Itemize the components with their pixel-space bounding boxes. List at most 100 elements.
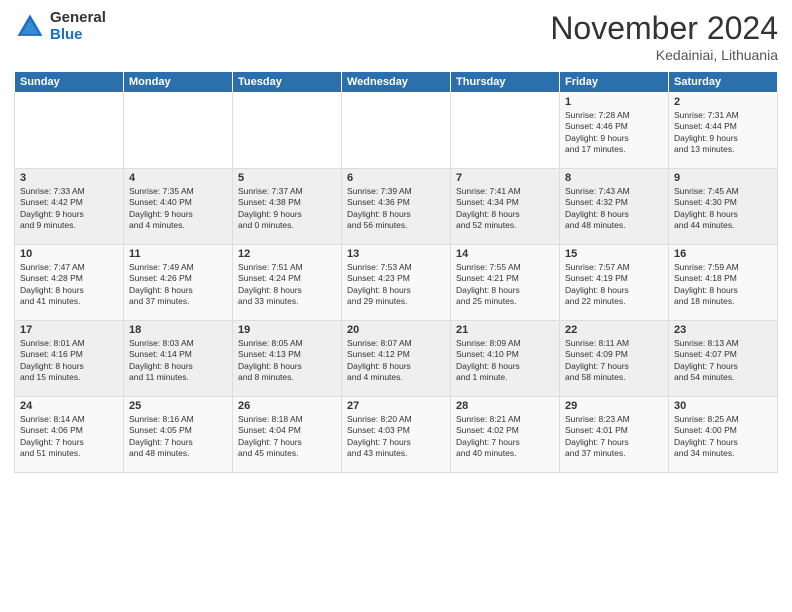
day-number: 9 [674, 172, 772, 184]
calendar-week-row: 24Sunrise: 8:14 AM Sunset: 4:06 PM Dayli… [15, 397, 778, 473]
calendar-cell: 12 Sunrise: 7:51 AM Sunset: 4:24 PM Dayli… [233, 245, 342, 321]
day-info: Sunrise: 8:25 AM Sunset: 4:00 PM Dayligh… [674, 414, 772, 460]
weekday-header-thursday: Thursday [451, 72, 560, 93]
day-info: Sunrise: 8:14 AM Sunset: 4:06 PM Dayligh… [20, 414, 118, 460]
day-info: Sunrise: 7:57 AM Sunset: 4:19 PM Dayligh… [565, 262, 663, 308]
title-block: November 2024 Kedainiai, Lithuania [550, 10, 778, 63]
day-number: 3 [20, 172, 118, 184]
calendar-cell: 7Sunrise: 7:41 AM Sunset: 4:34 PM Daylig… [451, 169, 560, 245]
calendar-cell: 18 Sunrise: 8:03 AM Sunset: 4:14 PM Dayli… [124, 321, 233, 397]
calendar-cell: 13 Sunrise: 7:53 AM Sunset: 4:23 PM Dayli… [342, 245, 451, 321]
day-info: Sunrise: 7:41 AM Sunset: 4:34 PM Dayligh… [456, 186, 554, 232]
calendar-cell: 22Sunrise: 8:11 AM Sunset: 4:09 PM Dayli… [560, 321, 669, 397]
location: Kedainiai, Lithuania [550, 47, 778, 63]
day-number: 5 [238, 172, 336, 184]
day-info: Sunrise: 7:59 AM Sunset: 4:18 PM Dayligh… [674, 262, 772, 308]
day-info: Sunrise: 8:01 AM Sunset: 4:16 PM Dayligh… [20, 338, 118, 384]
day-number: 12 [238, 248, 336, 260]
calendar-cell: 16 Sunrise: 7:59 AM Sunset: 4:18 PM Dayli… [669, 245, 778, 321]
day-number: 25 [129, 400, 227, 412]
weekday-header-tuesday: Tuesday [233, 72, 342, 93]
day-info: Sunrise: 8:09 AM Sunset: 4:10 PM Dayligh… [456, 338, 554, 384]
day-info: Sunrise: 7:53 AM Sunset: 4:23 PM Dayligh… [347, 262, 445, 308]
header: General Blue November 2024 Kedainiai, Li… [14, 10, 778, 63]
day-number: 1 [565, 96, 663, 108]
day-info: Sunrise: 8:03 AM Sunset: 4:14 PM Dayligh… [129, 338, 227, 384]
calendar-cell [451, 93, 560, 169]
calendar-cell: 20 Sunrise: 8:07 AM Sunset: 4:12 PM Dayli… [342, 321, 451, 397]
calendar-cell: 6 Sunrise: 7:39 AM Sunset: 4:36 PM Daylig… [342, 169, 451, 245]
weekday-header-saturday: Saturday [669, 72, 778, 93]
weekday-header-friday: Friday [560, 72, 669, 93]
weekday-header-monday: Monday [124, 72, 233, 93]
calendar-cell: 4 Sunrise: 7:35 AM Sunset: 4:40 PM Daylig… [124, 169, 233, 245]
day-info: Sunrise: 8:05 AM Sunset: 4:13 PM Dayligh… [238, 338, 336, 384]
day-number: 10 [20, 248, 118, 260]
day-number: 30 [674, 400, 772, 412]
weekday-header-wednesday: Wednesday [342, 72, 451, 93]
day-number: 17 [20, 324, 118, 336]
day-number: 23 [674, 324, 772, 336]
day-info: Sunrise: 7:43 AM Sunset: 4:32 PM Dayligh… [565, 186, 663, 232]
day-number: 8 [565, 172, 663, 184]
day-info: Sunrise: 7:33 AM Sunset: 4:42 PM Dayligh… [20, 186, 118, 232]
logo-blue: Blue [50, 27, 106, 44]
day-info: Sunrise: 8:18 AM Sunset: 4:04 PM Dayligh… [238, 414, 336, 460]
day-number: 4 [129, 172, 227, 184]
day-number: 15 [565, 248, 663, 260]
day-info: Sunrise: 8:16 AM Sunset: 4:05 PM Dayligh… [129, 414, 227, 460]
day-info: Sunrise: 8:11 AM Sunset: 4:09 PM Dayligh… [565, 338, 663, 384]
calendar-cell: 30 Sunrise: 8:25 AM Sunset: 4:00 PM Dayli… [669, 397, 778, 473]
day-info: Sunrise: 7:55 AM Sunset: 4:21 PM Dayligh… [456, 262, 554, 308]
calendar-cell: 10Sunrise: 7:47 AM Sunset: 4:28 PM Dayli… [15, 245, 124, 321]
calendar-week-row: 3 Sunrise: 7:33 AM Sunset: 4:42 PM Daylig… [15, 169, 778, 245]
day-info: Sunrise: 8:07 AM Sunset: 4:12 PM Dayligh… [347, 338, 445, 384]
day-info: Sunrise: 8:20 AM Sunset: 4:03 PM Dayligh… [347, 414, 445, 460]
calendar-cell: 1 Sunrise: 7:28 AM Sunset: 4:46 PM Daylig… [560, 93, 669, 169]
day-info: Sunrise: 7:35 AM Sunset: 4:40 PM Dayligh… [129, 186, 227, 232]
calendar-cell: 29Sunrise: 8:23 AM Sunset: 4:01 PM Dayli… [560, 397, 669, 473]
calendar-cell: 8 Sunrise: 7:43 AM Sunset: 4:32 PM Daylig… [560, 169, 669, 245]
calendar-week-row: 10Sunrise: 7:47 AM Sunset: 4:28 PM Dayli… [15, 245, 778, 321]
calendar-cell: 9 Sunrise: 7:45 AM Sunset: 4:30 PM Daylig… [669, 169, 778, 245]
day-number: 19 [238, 324, 336, 336]
logo: General Blue [14, 10, 106, 43]
day-info: Sunrise: 7:49 AM Sunset: 4:26 PM Dayligh… [129, 262, 227, 308]
day-info: Sunrise: 7:45 AM Sunset: 4:30 PM Dayligh… [674, 186, 772, 232]
day-info: Sunrise: 7:51 AM Sunset: 4:24 PM Dayligh… [238, 262, 336, 308]
calendar-cell: 23 Sunrise: 8:13 AM Sunset: 4:07 PM Dayli… [669, 321, 778, 397]
calendar-cell: 21 Sunrise: 8:09 AM Sunset: 4:10 PM Dayli… [451, 321, 560, 397]
calendar-cell: 3 Sunrise: 7:33 AM Sunset: 4:42 PM Daylig… [15, 169, 124, 245]
calendar-week-row: 1 Sunrise: 7:28 AM Sunset: 4:46 PM Daylig… [15, 93, 778, 169]
calendar-cell: 25 Sunrise: 8:16 AM Sunset: 4:05 PM Dayli… [124, 397, 233, 473]
calendar-cell: 14Sunrise: 7:55 AM Sunset: 4:21 PM Dayli… [451, 245, 560, 321]
month-title: November 2024 [550, 10, 778, 47]
day-number: 11 [129, 248, 227, 260]
day-info: Sunrise: 7:31 AM Sunset: 4:44 PM Dayligh… [674, 110, 772, 156]
logo-general: General [50, 10, 106, 27]
calendar-cell: 11 Sunrise: 7:49 AM Sunset: 4:26 PM Dayli… [124, 245, 233, 321]
calendar-cell: 24Sunrise: 8:14 AM Sunset: 4:06 PM Dayli… [15, 397, 124, 473]
day-number: 21 [456, 324, 554, 336]
day-number: 27 [347, 400, 445, 412]
day-info: Sunrise: 8:21 AM Sunset: 4:02 PM Dayligh… [456, 414, 554, 460]
day-number: 6 [347, 172, 445, 184]
calendar-cell: 26Sunrise: 8:18 AM Sunset: 4:04 PM Dayli… [233, 397, 342, 473]
calendar-cell [124, 93, 233, 169]
calendar-cell [233, 93, 342, 169]
day-info: Sunrise: 7:39 AM Sunset: 4:36 PM Dayligh… [347, 186, 445, 232]
weekday-header-row: SundayMondayTuesdayWednesdayThursdayFrid… [15, 72, 778, 93]
calendar-table: SundayMondayTuesdayWednesdayThursdayFrid… [14, 71, 778, 473]
calendar-cell: 27 Sunrise: 8:20 AM Sunset: 4:03 PM Dayli… [342, 397, 451, 473]
day-info: Sunrise: 8:13 AM Sunset: 4:07 PM Dayligh… [674, 338, 772, 384]
day-number: 20 [347, 324, 445, 336]
day-number: 18 [129, 324, 227, 336]
day-info: Sunrise: 7:28 AM Sunset: 4:46 PM Dayligh… [565, 110, 663, 156]
weekday-header-sunday: Sunday [15, 72, 124, 93]
calendar-cell [15, 93, 124, 169]
day-number: 16 [674, 248, 772, 260]
day-number: 13 [347, 248, 445, 260]
calendar-cell: 28Sunrise: 8:21 AM Sunset: 4:02 PM Dayli… [451, 397, 560, 473]
calendar-cell: 15 Sunrise: 7:57 AM Sunset: 4:19 PM Dayli… [560, 245, 669, 321]
logo-icon [14, 11, 46, 43]
